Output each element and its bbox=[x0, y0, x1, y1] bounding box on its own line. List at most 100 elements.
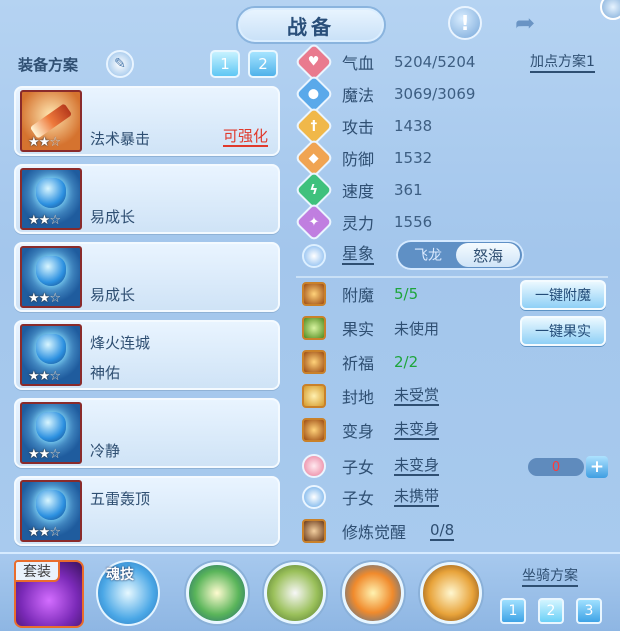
attr-value[interactable]: 未变身 bbox=[394, 420, 440, 440]
heart-icon: ♥ bbox=[297, 45, 331, 79]
equipment-slot-boots[interactable]: ★★☆ 五雷轰顶 bbox=[14, 476, 280, 546]
star-rating: ★★☆ bbox=[28, 213, 61, 228]
slot-label: 易成长 bbox=[90, 286, 136, 304]
share-icon[interactable]: ➦ bbox=[508, 6, 542, 40]
belt-icon: ★★☆ bbox=[20, 402, 82, 464]
equipment-plan-header: 装备方案 ✎ 1 2 bbox=[18, 50, 288, 80]
star-rating: ★★☆ bbox=[28, 447, 61, 462]
star-rating: ★★☆ bbox=[28, 135, 61, 150]
attr-label: 祈福 bbox=[342, 354, 375, 373]
slot-sublabel: 神佑 bbox=[90, 364, 121, 382]
toggle-option-flying-dragon[interactable]: 飞龙 bbox=[400, 243, 456, 267]
bottom-skill-bar: 套装 魂技 坐骑方案 1 2 3 bbox=[0, 552, 620, 631]
lightning-icon: ϟ bbox=[297, 173, 331, 207]
sword-icon: † bbox=[297, 109, 331, 143]
equipment-slot-belt[interactable]: ★★☆ 冷静 bbox=[14, 398, 280, 468]
attr-label: 子女 bbox=[342, 489, 375, 508]
exclamation-icon[interactable]: ! bbox=[448, 6, 482, 40]
stat-label: 灵力 bbox=[342, 214, 375, 233]
stat-value: 1438 bbox=[394, 117, 433, 135]
soul-skill-button[interactable]: 魂技 bbox=[96, 560, 160, 626]
star-rating: ★★☆ bbox=[28, 369, 61, 384]
stat-row-attack: † 攻击 1438 bbox=[297, 109, 502, 143]
mount-plan-2-button[interactable]: 2 bbox=[538, 598, 564, 624]
stat-label: 气血 bbox=[342, 54, 375, 73]
mount-plan-1-button[interactable]: 1 bbox=[500, 598, 526, 624]
slot-label: 易成长 bbox=[90, 208, 136, 226]
stat-row-defense: ◆ 防御 1532 bbox=[297, 141, 502, 175]
slot-label: 法术暴击 bbox=[90, 130, 151, 148]
fief-icon bbox=[302, 384, 326, 408]
mount-plan-3-button[interactable]: 3 bbox=[576, 598, 602, 624]
attr-row-practice-awaken: 修炼觉醒 0/8 bbox=[302, 517, 502, 545]
skill-slot-3-icon[interactable] bbox=[342, 562, 404, 624]
equipment-slot-necklace[interactable]: ★★☆ 烽火连城 神佑 bbox=[14, 320, 280, 390]
slot-label: 烽火连城 bbox=[90, 334, 151, 352]
enhance-tag[interactable]: 可强化 bbox=[222, 128, 268, 147]
constellation-toggle[interactable]: 飞龙 怒海 bbox=[396, 240, 524, 270]
set-button[interactable]: 套装 bbox=[14, 560, 84, 628]
equipment-plan-title: 装备方案 bbox=[18, 56, 79, 74]
attribute-plan-link[interactable]: 加点方案1 bbox=[530, 54, 595, 73]
soul-skill-label: 魂技 bbox=[106, 567, 134, 583]
edit-pen-icon[interactable]: ✎ bbox=[106, 50, 134, 78]
stat-row-spirit: ✦ 灵力 1556 bbox=[297, 205, 502, 239]
attr-row-fruit: 果实 未使用 bbox=[302, 314, 482, 342]
equipment-slot-helm[interactable]: ★★☆ 易成长 bbox=[14, 164, 280, 234]
skill-slot-4-icon[interactable] bbox=[420, 562, 482, 624]
enchant-icon bbox=[302, 282, 326, 306]
attr-label: 子女 bbox=[342, 458, 375, 477]
practice-icon bbox=[302, 519, 326, 543]
constellation-icon bbox=[302, 244, 326, 268]
child-counter: 0 + bbox=[528, 456, 608, 478]
window-title-plaque: 战备 bbox=[236, 6, 386, 44]
attr-value[interactable]: 0/8 bbox=[430, 521, 455, 541]
constellation-row: 星象 飞龙 怒海 bbox=[302, 240, 542, 270]
attr-label: 封地 bbox=[342, 388, 375, 407]
attr-value[interactable]: 未受赏 bbox=[394, 386, 440, 406]
attr-value[interactable]: 未携带 bbox=[394, 487, 440, 507]
star-rating: ★★☆ bbox=[28, 291, 61, 306]
stat-label: 速度 bbox=[342, 182, 375, 201]
mana-icon: ● bbox=[297, 77, 331, 111]
stat-row-speed: ϟ 速度 361 bbox=[297, 173, 502, 207]
attr-value[interactable]: 未变身 bbox=[394, 456, 440, 476]
helm-icon: ★★☆ bbox=[20, 168, 82, 230]
boots-icon: ★★☆ bbox=[20, 480, 82, 542]
battle-prep-window: 战备 ! ➦ 装备方案 ✎ 1 2 ★★☆ 法术暴击 可强化 ★★☆ 易成长 ★… bbox=[0, 0, 620, 631]
blessing-icon bbox=[302, 350, 326, 374]
stat-label: 魔法 bbox=[342, 86, 375, 105]
stat-label: 攻击 bbox=[342, 118, 375, 137]
stat-value: 5204/5204 bbox=[394, 53, 476, 71]
one-click-fruit-button[interactable]: 一键果实 bbox=[520, 316, 606, 346]
paw-icon bbox=[302, 485, 326, 509]
stat-label: 防御 bbox=[342, 150, 375, 169]
stat-row-mp: ● 魔法 3069/3069 bbox=[297, 77, 502, 111]
skill-slot-1-icon[interactable] bbox=[186, 562, 248, 624]
stat-value: 1556 bbox=[394, 213, 433, 231]
set-label: 套装 bbox=[14, 560, 60, 582]
skill-slot-2-icon[interactable] bbox=[264, 562, 326, 624]
stat-row-hp: ♥ 气血 5204/5204 bbox=[297, 45, 502, 79]
attr-row-enchant: 附魔 5/5 bbox=[302, 280, 482, 308]
close-gem-icon[interactable] bbox=[600, 0, 620, 20]
slot-label: 冷静 bbox=[90, 442, 121, 460]
shield-icon: ◆ bbox=[297, 141, 331, 175]
attr-row-fief: 封地 未受赏 bbox=[302, 382, 482, 410]
armor-icon: ★★☆ bbox=[20, 246, 82, 308]
equipment-slot-armor[interactable]: ★★☆ 易成长 bbox=[14, 242, 280, 312]
necklace-icon: ★★☆ bbox=[20, 324, 82, 386]
equipment-plan-2-button[interactable]: 2 bbox=[248, 50, 278, 78]
attr-label: 修炼觉醒 bbox=[342, 523, 407, 542]
attr-row-child-carry: 子女 未携带 bbox=[302, 483, 482, 511]
one-click-enchant-button[interactable]: 一键附魔 bbox=[520, 280, 606, 310]
plus-icon[interactable]: + bbox=[586, 456, 608, 478]
divider bbox=[296, 276, 608, 278]
attr-value: 未使用 bbox=[394, 319, 440, 338]
equipment-slot-weapon[interactable]: ★★☆ 法术暴击 可强化 bbox=[14, 86, 280, 156]
constellation-label[interactable]: 星象 bbox=[342, 244, 375, 265]
toggle-option-raging-sea[interactable]: 怒海 bbox=[456, 243, 520, 267]
equipment-plan-1-button[interactable]: 1 bbox=[210, 50, 240, 78]
mount-plan-title[interactable]: 坐骑方案 bbox=[522, 568, 578, 587]
spirit-icon: ✦ bbox=[297, 205, 331, 239]
